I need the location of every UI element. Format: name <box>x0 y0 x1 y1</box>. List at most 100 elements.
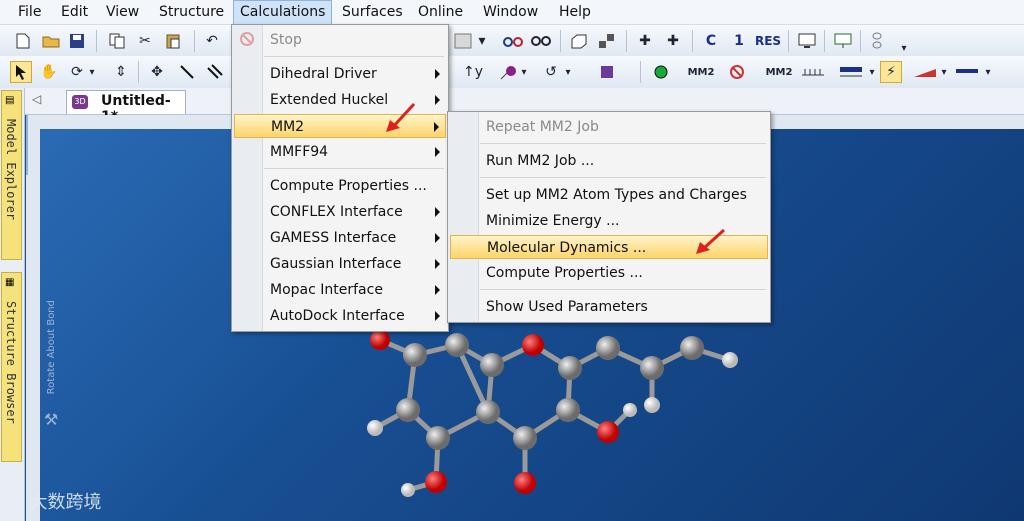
rotate-about-bond-label: Rotate About Bond <box>46 300 57 395</box>
toolbar-separator <box>860 30 861 52</box>
submenu-arrow-icon <box>435 147 440 157</box>
menu-item-gamess-interface[interactable]: GAMESS Interface <box>262 226 446 250</box>
menu-item-mmff94[interactable]: MMFF94 <box>262 140 446 164</box>
spectrum-icon[interactable] <box>800 61 826 83</box>
stop-calc-icon[interactable] <box>726 61 748 83</box>
menu-item-show-used-parameters[interactable]: Show Used Parameters <box>478 295 768 319</box>
menu-surfaces[interactable]: Surfaces <box>336 0 409 24</box>
select-arrow-icon[interactable] <box>10 61 32 83</box>
menu-separator <box>480 177 766 178</box>
menu-separator <box>264 56 444 57</box>
zoom-icon[interactable]: ⇕ <box>110 61 132 83</box>
serial-number-icon[interactable]: 1 <box>728 30 750 52</box>
chevron-down-icon[interactable]: ▾ <box>518 61 530 83</box>
menu-item-stop[interactable]: Stop <box>262 28 446 52</box>
stereo-view-icon[interactable] <box>530 30 552 52</box>
standard-toolbar: ✂ ↶ ▾ ✚ ✚ C 1 RES ▾ <box>0 25 1024 58</box>
chevron-down-icon[interactable]: ▾ <box>982 61 994 83</box>
hydrogen-atom <box>644 397 660 413</box>
square-icon[interactable] <box>596 61 618 83</box>
ramp-icon[interactable] <box>912 61 938 83</box>
menu-file[interactable]: File <box>12 0 47 24</box>
menu-online[interactable]: Online <box>412 0 469 24</box>
menu-item-gaussian-interface[interactable]: Gaussian Interface <box>262 252 446 276</box>
chevron-down-icon[interactable]: ▾ <box>562 61 574 83</box>
annotation-arrow-icon <box>386 102 416 132</box>
menu-view[interactable]: View <box>100 0 145 24</box>
new-document-icon[interactable] <box>12 30 34 52</box>
double-bond-icon[interactable] <box>204 61 226 83</box>
ruler-icon[interactable] <box>954 61 980 83</box>
chevron-down-icon[interactable]: ▾ <box>866 61 878 83</box>
hydrogen-atom <box>722 352 738 368</box>
record-icon[interactable] <box>650 61 672 83</box>
chevron-down-icon[interactable]: ▾ <box>938 61 950 83</box>
menu-bar: File Edit View Structure Calculations Su… <box>0 0 1024 25</box>
arc-arrow-icon[interactable]: ↺ <box>540 61 562 83</box>
translate-icon[interactable]: ✥ <box>146 61 168 83</box>
menu-calculations[interactable]: Calculations <box>233 0 333 24</box>
submenu-arrow-icon <box>435 233 440 243</box>
toolbar-separator <box>194 30 195 52</box>
toolbar-separator <box>138 61 139 83</box>
carbon-atom <box>476 400 500 424</box>
stop-icon <box>239 31 255 47</box>
tab-untitled-1[interactable]: 3D Untitled-1* <box>66 90 186 125</box>
atom-tool-icon[interactable] <box>498 61 520 83</box>
tree-icon: ▤ <box>5 95 15 106</box>
submenu-arrow-icon <box>435 311 440 321</box>
carbon-atom <box>513 426 537 450</box>
model-explorer-tab[interactable]: ▤ Model Explorer <box>1 90 22 260</box>
menu-item-repeat-mm2-job[interactable]: Repeat MM2 Job <box>478 115 768 139</box>
table-icon[interactable] <box>838 61 864 83</box>
box-icon[interactable] <box>568 30 590 52</box>
chevron-down-icon[interactable]: ▾ <box>476 30 488 52</box>
menu-item-setup-mm2-atom-types[interactable]: Set up MM2 Atom Types and Charges <box>478 183 768 207</box>
menu-item-mm2-compute-properties[interactable]: Compute Properties ... <box>478 261 768 285</box>
menu-item-dihedral-driver[interactable]: Dihedral Driver <box>262 62 446 86</box>
move-y-icon[interactable]: ✚ <box>662 30 684 52</box>
molecule-model[interactable] <box>340 310 760 521</box>
lightning-icon[interactable]: ⚡ <box>880 61 902 83</box>
color-swatch-icon[interactable] <box>452 30 474 52</box>
move-x-icon[interactable]: ✚ <box>634 30 656 52</box>
single-bond-icon[interactable] <box>176 61 198 83</box>
menu-item-conflex-interface[interactable]: CONFLEX Interface <box>262 200 446 224</box>
chain-icon[interactable] <box>866 30 888 52</box>
hand-pan-icon[interactable]: ✋ <box>38 61 60 83</box>
presentation-icon[interactable] <box>832 30 854 52</box>
paste-icon[interactable] <box>162 30 184 52</box>
chevron-down-icon[interactable]: ▾ <box>86 61 98 83</box>
text-tool-icon[interactable]: ↑y <box>462 61 484 83</box>
menu-item-compute-properties[interactable]: Compute Properties ... <box>262 174 446 198</box>
annotation-arrow-icon <box>696 228 726 254</box>
toolbar-overflow-icon[interactable]: ▾ <box>898 43 910 54</box>
tab-scroll-left-icon[interactable]: ◁ <box>32 92 41 106</box>
menu-window[interactable]: Window <box>477 0 544 24</box>
copy-icon[interactable] <box>106 30 128 52</box>
monitor-icon[interactable] <box>796 30 818 52</box>
menu-item-run-mm2-job[interactable]: Run MM2 Job ... <box>478 149 768 173</box>
mm2-minimize-icon[interactable]: MM2 <box>686 61 716 83</box>
menu-separator <box>480 143 766 144</box>
cubes-icon[interactable] <box>596 30 618 52</box>
save-icon[interactable] <box>66 30 88 52</box>
glasses-icon[interactable] <box>502 30 524 52</box>
menu-edit[interactable]: Edit <box>55 0 94 24</box>
menu-help[interactable]: Help <box>553 0 597 24</box>
structure-browser-label: Structure Browser <box>4 301 18 424</box>
structure-browser-tab[interactable]: ▦ Structure Browser <box>1 272 22 462</box>
carbon-label-icon[interactable]: C <box>700 30 722 52</box>
mm2-dynamics-icon[interactable]: MM2 <box>764 61 794 83</box>
cut-icon[interactable]: ✂ <box>134 30 156 52</box>
menu-gutter <box>232 25 263 331</box>
menu-structure[interactable]: Structure <box>153 0 230 24</box>
residue-label-icon[interactable]: RES <box>754 30 782 52</box>
menu-item-autodock-interface[interactable]: AutoDock Interface <box>262 304 446 328</box>
menu-item-mopac-interface[interactable]: Mopac Interface <box>262 278 446 302</box>
drawing-toolbar: ✋ ⟳ ▾ ⇕ ✥ ↑y ▾ ↺ ▾ MM2 MM2 ▾ ⚡ ▾ ▾ <box>0 56 1024 89</box>
open-folder-icon[interactable] <box>40 30 62 52</box>
undo-icon[interactable]: ↶ <box>201 30 223 52</box>
rotate-icon[interactable]: ⟳ <box>66 61 88 83</box>
watermark-logo-icon: ◎ <box>8 492 24 513</box>
